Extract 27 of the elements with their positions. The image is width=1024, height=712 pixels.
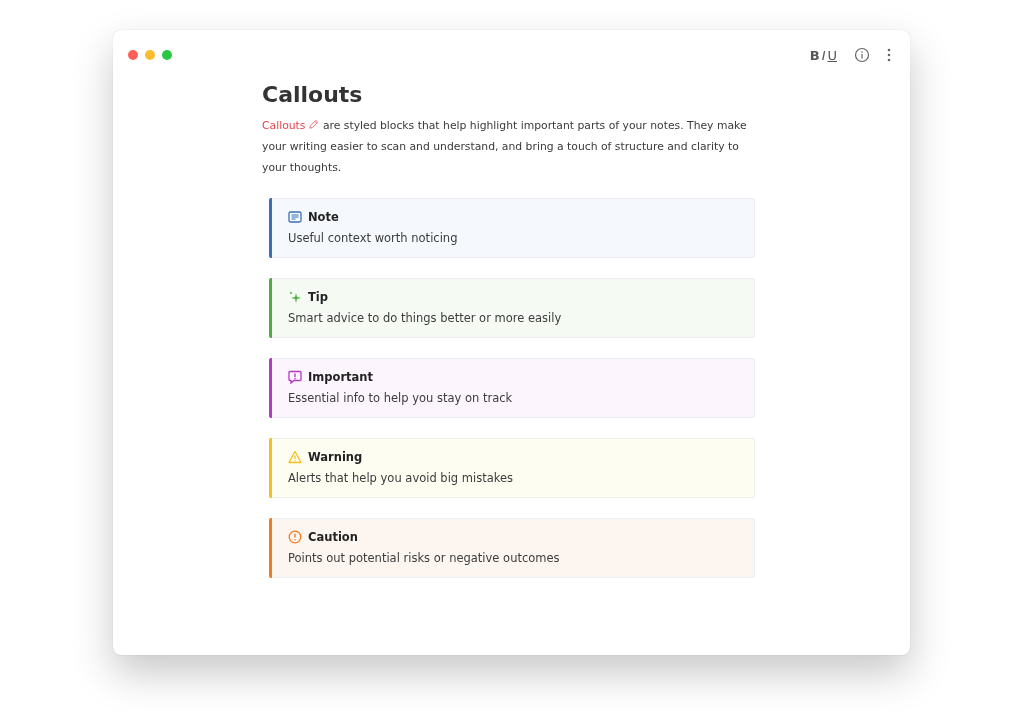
more-icon[interactable] [886,47,892,63]
callout-text: Essential info to help you stay on track [288,391,513,405]
callout-title: Note [308,210,339,224]
minimize-button[interactable] [145,50,155,60]
underline-button[interactable]: U [826,47,838,63]
callout-text: Smart advice to do things better or more easily [288,311,562,325]
alert-circle-icon [288,530,302,544]
close-button[interactable] [128,50,138,60]
intro-paragraph: Callouts are styled blocks that help highlight important parts of your notes. They make your writing easier to scan and understand, and bring a touch of structure and clarity to your thoughts. [262,118,748,176]
bold-button[interactable]: B [808,47,821,63]
pencil-icon[interactable] [308,119,320,130]
warning-icon [288,450,302,464]
callout-text: Useful context worth noticing [288,231,458,245]
info-icon[interactable] [854,47,870,63]
zoom-button[interactable] [162,50,172,60]
callout-text: Alerts that help you avoid big mistakes [288,471,514,485]
callout-title: Important [308,370,373,384]
note-icon [288,210,302,224]
speech-bubble-icon [288,370,302,384]
italic-button[interactable]: I [820,47,827,63]
page-title: Callouts [262,82,364,107]
callout-text: Points out potential risks or negative outcomes [288,551,560,565]
callout-title: Caution [308,530,358,544]
sparkle-icon [288,290,302,304]
callout-title: Tip [308,290,329,304]
callouts-link[interactable]: Callouts [262,119,306,132]
callout-title: Warning [308,450,363,464]
